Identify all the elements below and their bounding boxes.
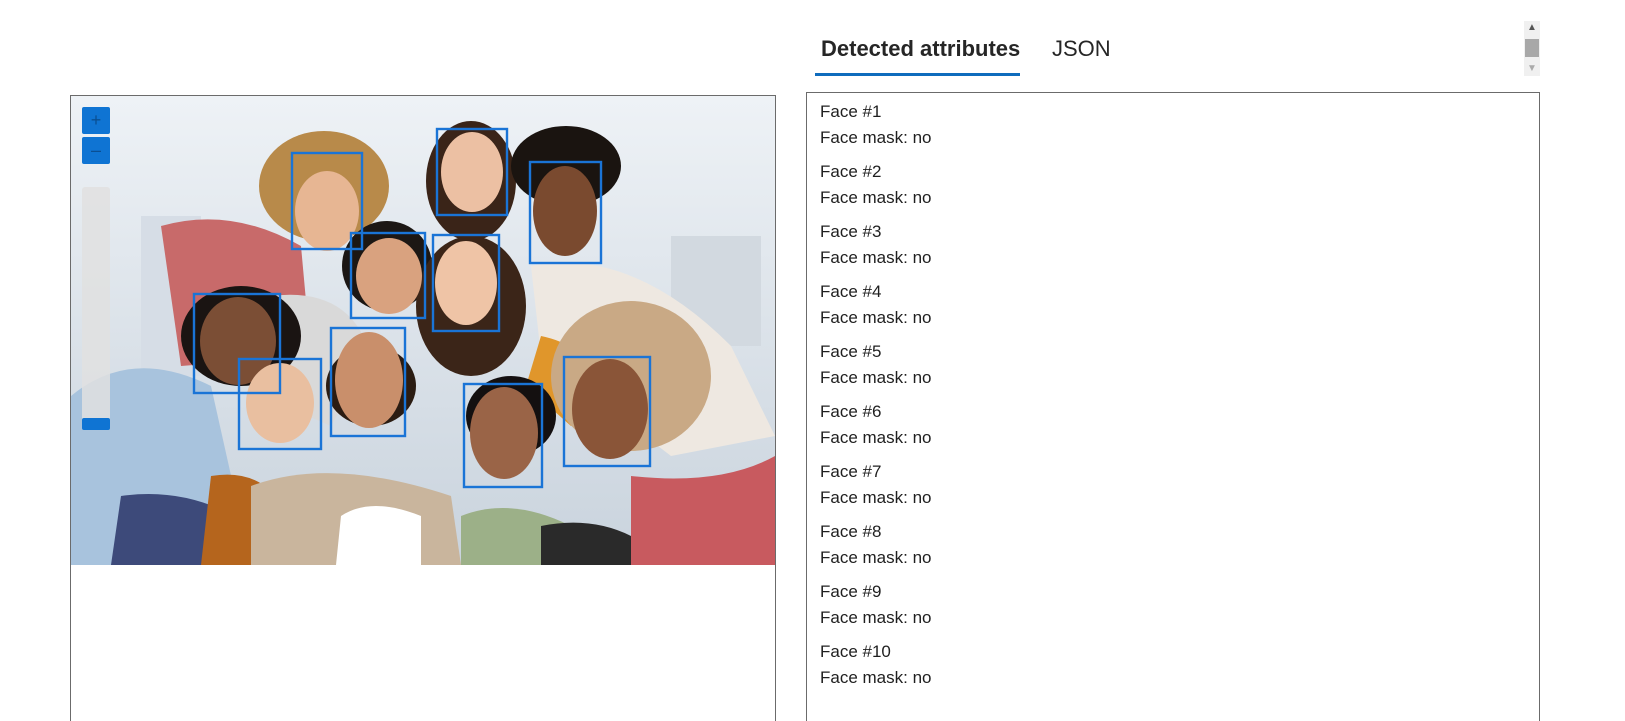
list-item: Face #1 Face mask: no [820, 99, 1539, 151]
face-mask-value: Face mask: no [820, 668, 932, 687]
face-title: Face #2 [820, 162, 882, 181]
chevron-down-icon[interactable]: ▼ [1524, 62, 1540, 76]
zoom-slider-thumb[interactable] [82, 418, 110, 430]
group-photo [71, 96, 775, 565]
face-mask-value: Face mask: no [820, 548, 932, 567]
zoom-out-button[interactable]: – [82, 137, 110, 164]
list-item: Face #6 Face mask: no [820, 399, 1539, 451]
list-item: Face #2 Face mask: no [820, 159, 1539, 211]
chevron-up-icon[interactable]: ▲ [1524, 21, 1540, 35]
face-mask-value: Face mask: no [820, 308, 932, 327]
face-title: Face #8 [820, 522, 882, 541]
list-item: Face #5 Face mask: no [820, 339, 1539, 391]
zoom-in-button[interactable]: + [82, 107, 110, 134]
face-title: Face #10 [820, 642, 891, 661]
face-detection-app: + – Detected attributes JSON ▲ ▼ Face #1… [0, 0, 1625, 721]
face-title: Face #4 [820, 282, 882, 301]
face-mask-value: Face mask: no [820, 608, 932, 627]
list-item: Face #4 Face mask: no [820, 279, 1539, 331]
face-title: Face #7 [820, 462, 882, 481]
tab-detected-attributes[interactable]: Detected attributes [821, 34, 1020, 64]
tab-json[interactable]: JSON [1052, 34, 1111, 64]
list-item: Face #7 Face mask: no [820, 459, 1539, 511]
face-title: Face #9 [820, 582, 882, 601]
face-title: Face #1 [820, 102, 882, 121]
zoom-slider-track[interactable] [82, 187, 110, 427]
active-tab-indicator [815, 73, 1020, 76]
face-title: Face #5 [820, 342, 882, 361]
face-mask-value: Face mask: no [820, 248, 932, 267]
list-item: Face #3 Face mask: no [820, 219, 1539, 271]
face-mask-value: Face mask: no [820, 428, 932, 447]
face-title: Face #3 [820, 222, 882, 241]
face-title: Face #6 [820, 402, 882, 421]
list-item: Face #10 Face mask: no [820, 639, 1539, 691]
list-item: Face #9 Face mask: no [820, 579, 1539, 631]
face-mask-value: Face mask: no [820, 128, 932, 147]
face-mask-value: Face mask: no [820, 368, 932, 387]
detected-attributes-panel[interactable]: Face #1 Face mask: no Face #2 Face mask:… [806, 92, 1540, 721]
page-scrollbar[interactable]: ▲ ▼ [1524, 21, 1540, 76]
list-item: Face #8 Face mask: no [820, 519, 1539, 571]
scrollbar-thumb[interactable] [1525, 39, 1539, 57]
face-mask-value: Face mask: no [820, 188, 932, 207]
image-viewer[interactable]: + – [70, 95, 776, 721]
face-mask-value: Face mask: no [820, 488, 932, 507]
